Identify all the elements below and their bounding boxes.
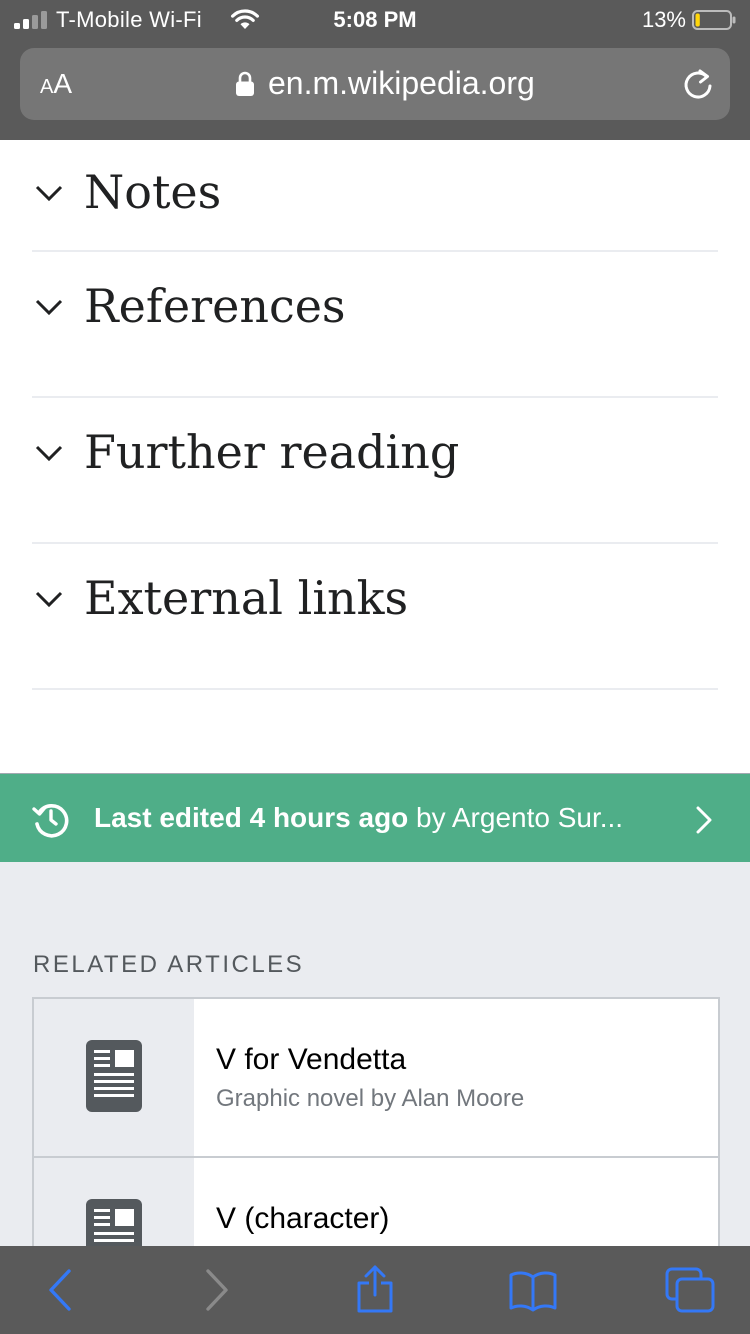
lock-icon bbox=[236, 71, 254, 96]
browser-top-chrome: T-Mobile Wi-Fi 5:08 PM 13% AA en.m.wikip… bbox=[0, 0, 750, 140]
section-title: Notes bbox=[84, 165, 222, 219]
related-article-title: V (character) bbox=[216, 1202, 390, 1235]
chevron-down-icon bbox=[35, 591, 63, 608]
status-clock: 5:08 PM bbox=[333, 7, 417, 32]
chevron-down-icon bbox=[35, 445, 63, 462]
address-bar[interactable]: AA en.m.wikipedia.org bbox=[20, 48, 730, 120]
related-articles: RELATED ARTICLES V for Vendetta Graphic … bbox=[0, 862, 750, 1319]
chevron-down-icon bbox=[35, 299, 63, 316]
last-edited-label: Last edited 4 hours ago bbox=[94, 802, 409, 833]
last-edited-text: Last edited 4 hours ago by Argento Sur..… bbox=[94, 802, 623, 834]
tabs-icon[interactable] bbox=[664, 1266, 716, 1314]
section-references[interactable]: References bbox=[32, 252, 718, 398]
section-title: References bbox=[84, 279, 346, 333]
bookmarks-icon[interactable] bbox=[508, 1270, 558, 1312]
forward-icon[interactable] bbox=[204, 1268, 230, 1312]
chevron-right-icon bbox=[696, 806, 712, 834]
section-notes[interactable]: Notes bbox=[32, 140, 718, 252]
last-edited-by: by Argento Sur... bbox=[408, 802, 624, 833]
last-edited-bar[interactable]: Last edited 4 hours ago by Argento Sur..… bbox=[0, 773, 750, 862]
back-icon[interactable] bbox=[47, 1268, 73, 1312]
battery-percent: 13% bbox=[641, 7, 686, 32]
related-article-title: V for Vendetta bbox=[216, 1043, 407, 1076]
reader-text-size-button[interactable]: AA bbox=[40, 68, 72, 100]
chevron-down-icon bbox=[35, 185, 63, 202]
section-external-links[interactable]: External links bbox=[32, 544, 718, 690]
battery-icon bbox=[692, 10, 736, 30]
url-text: en.m.wikipedia.org bbox=[268, 65, 535, 101]
share-icon[interactable] bbox=[355, 1264, 395, 1314]
reload-icon[interactable] bbox=[682, 68, 714, 102]
section-further-reading[interactable]: Further reading bbox=[32, 398, 718, 544]
related-articles-heading: RELATED ARTICLES bbox=[33, 951, 305, 978]
article-icon bbox=[86, 1040, 142, 1112]
collapsible-sections: Notes References Further reading Externa… bbox=[0, 140, 750, 690]
browser-toolbar bbox=[0, 1246, 750, 1334]
section-title: External links bbox=[84, 571, 409, 625]
history-icon bbox=[32, 804, 69, 838]
article-thumbnail bbox=[34, 999, 194, 1156]
related-article-description: Graphic novel by Alan Moore bbox=[216, 1085, 525, 1112]
status-bar: T-Mobile Wi-Fi 5:08 PM 13% bbox=[0, 0, 750, 40]
section-title: Further reading bbox=[84, 425, 460, 479]
related-article-item[interactable]: V for Vendetta Graphic novel by Alan Moo… bbox=[34, 999, 718, 1158]
